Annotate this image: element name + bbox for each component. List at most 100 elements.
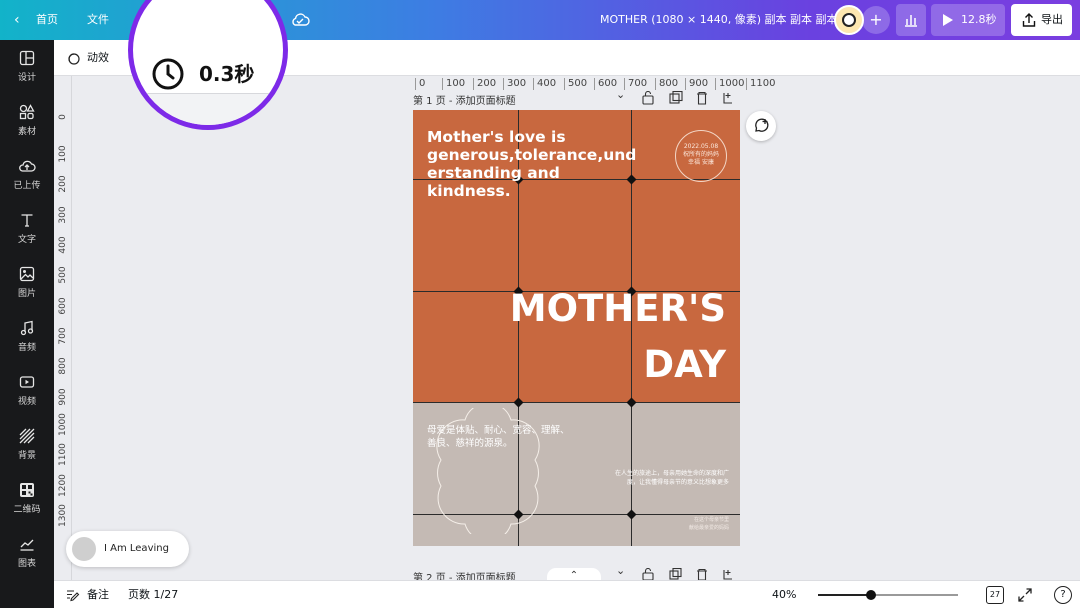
grid-view-button[interactable]: 27 bbox=[986, 586, 1004, 604]
cn-small-line: 度，让我懂得母亲节的意义比想象更多 bbox=[626, 479, 729, 486]
page-1-title[interactable]: 第 1 页 - 添加页面标题 bbox=[413, 92, 516, 107]
add-comment-button[interactable] bbox=[746, 111, 776, 141]
export-button[interactable]: 导出 bbox=[1011, 4, 1072, 36]
sidebar-item-text[interactable]: 文字 bbox=[0, 202, 54, 256]
cloud-upload-icon bbox=[19, 160, 36, 172]
home-link[interactable]: 首页 bbox=[36, 0, 58, 40]
ruler-tick: 600 bbox=[58, 297, 68, 315]
zoom-slider[interactable] bbox=[818, 590, 958, 600]
help-button[interactable]: ? bbox=[1054, 586, 1072, 604]
ruler-tick: 100 bbox=[442, 78, 465, 90]
sidebar-item-charts[interactable]: 图表 bbox=[0, 526, 54, 580]
ruler-tick: 1100 bbox=[746, 78, 775, 90]
animate-button[interactable]: 动效 bbox=[87, 40, 109, 76]
image-icon bbox=[19, 266, 35, 282]
insights-button[interactable] bbox=[896, 4, 926, 36]
lock-icon[interactable] bbox=[642, 91, 654, 105]
poster-page-1[interactable]: Mother's love is generous,tolerance,und … bbox=[413, 110, 740, 546]
poster-tiny-text[interactable]: 在这个母亲节里 献给最亲爱的妈妈 bbox=[669, 516, 729, 532]
back-chevron-icon[interactable]: ‹ bbox=[14, 0, 20, 40]
trash-icon[interactable] bbox=[697, 568, 707, 581]
add-page-icon[interactable] bbox=[723, 93, 732, 104]
sidebar-item-uploads[interactable]: 已上传 bbox=[0, 148, 54, 202]
background-hatch-icon bbox=[19, 428, 35, 444]
zoom-slider-thumb[interactable] bbox=[866, 590, 877, 600]
ruler-tick: 300 bbox=[58, 206, 68, 224]
animation-duration[interactable]: 0.3秒 bbox=[199, 57, 254, 91]
sidebar-item-video[interactable]: 视频 bbox=[0, 364, 54, 418]
date-line: 祝所有的妈妈 bbox=[682, 151, 719, 158]
quote-line: Mother's love is bbox=[427, 128, 566, 146]
music-note-icon bbox=[20, 320, 34, 336]
poster-small-text[interactable]: 在人生的旅途上，母亲用她生命的深度和广 度，让我懂得母亲节的意义比想象更多 bbox=[581, 469, 729, 487]
layout-icon bbox=[19, 50, 35, 66]
sidebar-label: 视频 bbox=[17, 397, 36, 407]
sidebar-item-background[interactable]: 背景 bbox=[0, 418, 54, 472]
chevron-down-icon[interactable]: ⌄ bbox=[616, 564, 625, 577]
page-count-button[interactable]: 页数 1/27 bbox=[128, 581, 178, 608]
bottom-bar: 备注 页数 1/27 40% 27 ? bbox=[54, 580, 1080, 608]
user-avatar[interactable] bbox=[834, 5, 864, 35]
clock-icon[interactable] bbox=[151, 57, 185, 91]
sidebar-label: 音频 bbox=[17, 343, 36, 353]
poster-chinese-text[interactable]: 母爱是体贴、耐心、宽容、理解、 善良、慈祥的源泉。 bbox=[427, 424, 597, 450]
ruler-tick: 0 bbox=[58, 114, 68, 120]
cn-tiny-line: 献给最亲爱的妈妈 bbox=[688, 525, 729, 531]
duplicate-icon[interactable] bbox=[669, 568, 682, 580]
add-collaborator-button[interactable]: + bbox=[862, 6, 890, 34]
date-line: 2022.05.08 bbox=[683, 143, 719, 150]
cloud-saved-icon[interactable] bbox=[290, 12, 310, 28]
play-duration: 12.8秒 bbox=[961, 13, 997, 26]
date-stamp-circle[interactable]: 2022.05.08 祝所有的妈妈 幸福 安康 bbox=[675, 130, 727, 182]
notes-button[interactable]: 备注 bbox=[87, 581, 109, 608]
lock-icon[interactable] bbox=[642, 568, 654, 581]
shapes-icon bbox=[19, 104, 35, 120]
fullscreen-expand-icon[interactable] bbox=[1017, 587, 1033, 603]
cn-small-line: 在人生的旅途上，母亲用她生命的深度和广 bbox=[614, 470, 729, 477]
ruler-tick: 500 bbox=[564, 78, 587, 90]
ruler-tick: 0 bbox=[415, 78, 425, 90]
sidebar-label: 背景 bbox=[17, 451, 36, 461]
notes-icon bbox=[67, 590, 80, 602]
sidebar-item-elements[interactable]: 素材 bbox=[0, 94, 54, 148]
headline-day[interactable]: DAY bbox=[643, 346, 726, 383]
duplicate-icon[interactable] bbox=[669, 91, 683, 104]
sidebar-label: 文字 bbox=[17, 235, 36, 245]
add-page-icon[interactable] bbox=[723, 570, 732, 580]
ruler-tick: 700 bbox=[58, 327, 68, 345]
ruler-tick: 200 bbox=[473, 78, 496, 90]
sidebar-label: 已上传 bbox=[13, 181, 41, 191]
bar-chart-icon bbox=[905, 15, 917, 27]
sidebar-item-photos[interactable]: 图片 bbox=[0, 256, 54, 310]
ruler-tick: 800 bbox=[655, 78, 678, 90]
callout-toolbar-strip bbox=[133, 93, 283, 125]
play-icon bbox=[943, 14, 953, 26]
document-title[interactable]: MOTHER (1080 × 1440, 像素) 副本 副本 副本 bbox=[600, 0, 838, 40]
chevron-down-icon[interactable]: ⌄ bbox=[616, 88, 625, 101]
video-icon bbox=[19, 376, 35, 388]
ruler-tick: 600 bbox=[594, 78, 617, 90]
export-label: 导出 bbox=[1041, 13, 1063, 26]
sidebar-item-qrcode[interactable]: 二维码 bbox=[0, 472, 54, 526]
file-menu[interactable]: 文件 bbox=[87, 0, 109, 40]
zoom-percentage[interactable]: 40% bbox=[772, 581, 796, 608]
audio-track-chip[interactable]: I Am Leaving bbox=[66, 531, 189, 567]
ruler-tick: 200 bbox=[58, 175, 68, 193]
sidebar-item-audio[interactable]: 音频 bbox=[0, 310, 54, 364]
ruler-tick: 1100 bbox=[58, 443, 68, 466]
headline-mothers[interactable]: MOTHER'S bbox=[510, 290, 726, 327]
poster-quote[interactable]: Mother's love is generous,tolerance,und … bbox=[427, 128, 636, 200]
sidebar-item-design[interactable]: 设计 bbox=[0, 40, 54, 94]
ruler-tick: 800 bbox=[58, 357, 68, 375]
ruler-left: 0 100 200 300 400 500 600 700 800 900 10… bbox=[54, 76, 72, 580]
zoom-callout: 0.3秒 bbox=[128, 0, 288, 130]
present-play-button[interactable]: 12.8秒 bbox=[931, 4, 1005, 36]
avatar-face-icon bbox=[842, 13, 856, 27]
trash-icon[interactable] bbox=[697, 91, 707, 105]
ruler-tick: 1000 bbox=[715, 78, 744, 90]
ruler-tick: 400 bbox=[533, 78, 556, 90]
qr-code-icon bbox=[20, 483, 34, 497]
sidebar-label: 二维码 bbox=[13, 505, 41, 515]
ruler-tick: 1000 bbox=[58, 413, 68, 436]
ruler-tick: 700 bbox=[624, 78, 647, 90]
